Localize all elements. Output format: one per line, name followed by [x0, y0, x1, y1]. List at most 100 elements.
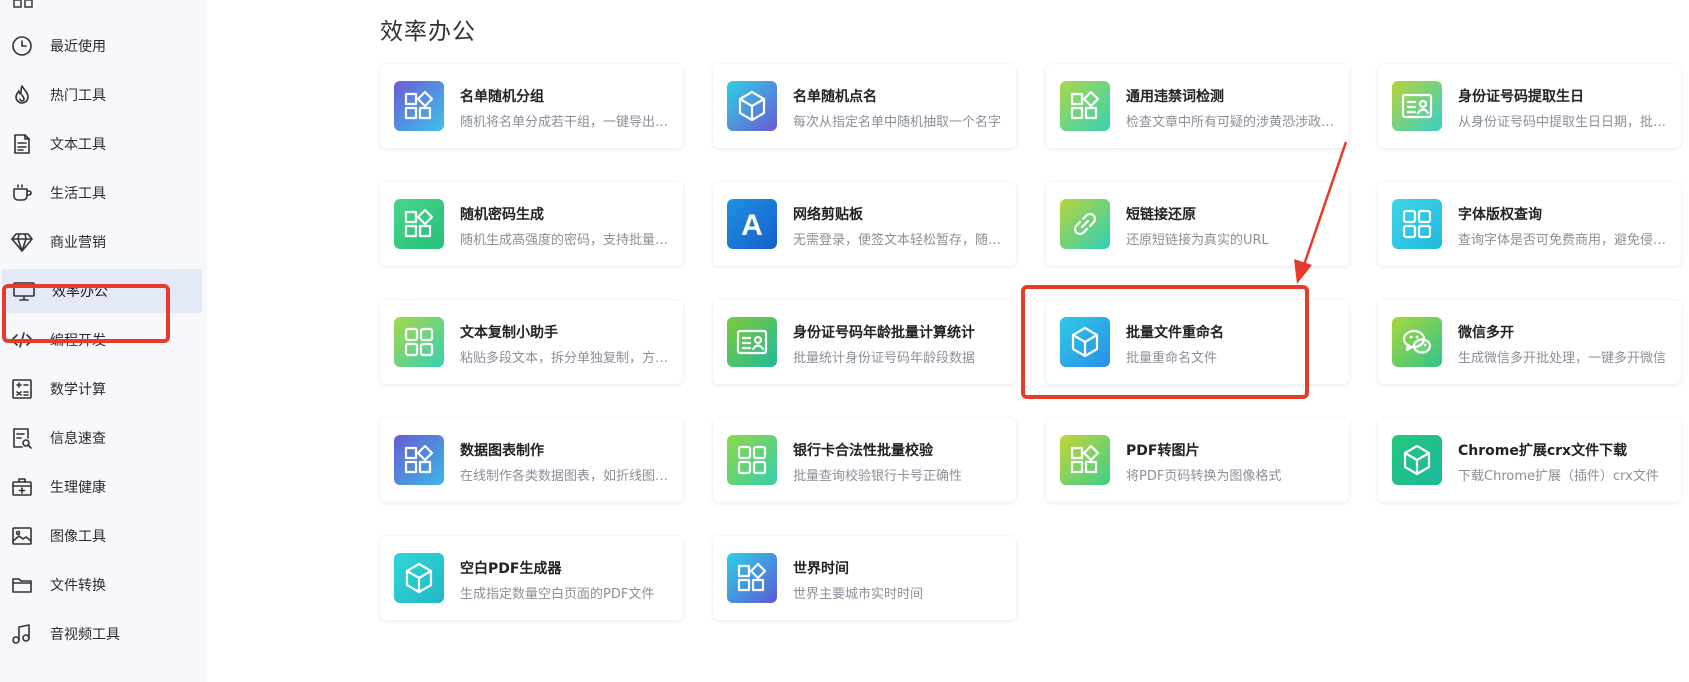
cup-icon [9, 180, 35, 206]
tool-card[interactable]: 名单随机分组随机将名单分成若干组，一键导出分组结果 [380, 64, 683, 148]
wechat-icon [1392, 317, 1442, 367]
tool-card-description: 批量统计身份证号码年龄段数据 [793, 351, 976, 366]
tool-card-description: 生成微信多开批处理，一键多开微信 [1458, 351, 1667, 366]
sidebar-item-label: 文件转换 [50, 578, 106, 594]
svg-text:A: A [741, 209, 763, 241]
sidebar-item-label: 热门工具 [50, 88, 106, 104]
clock-icon [9, 33, 35, 59]
tool-card-title: 通用违禁词检测 [1126, 89, 1224, 105]
tool-card[interactable]: PDF转图片将PDF页码转换为图像格式 [1046, 418, 1349, 502]
tool-card-description: 下载Chrome扩展（插件）crx文件 [1458, 469, 1659, 484]
sidebar-item-label: 生活工具 [50, 186, 106, 202]
tool-card-title: 世界时间 [793, 561, 849, 577]
tool-card-description: 世界主要城市实时时间 [793, 587, 924, 602]
sidebar-item[interactable]: 文本工具 [0, 122, 200, 166]
sidebar-item[interactable]: 数学计算 [0, 367, 200, 411]
grid-four-icon [394, 317, 444, 367]
sidebar-item[interactable]: 图像工具 [0, 514, 200, 558]
tool-card[interactable]: 通用违禁词检测检查文章中所有可疑的涉黄恐涉政违禁词 [1046, 64, 1349, 148]
tool-card-title: 名单随机分组 [460, 89, 544, 105]
tool-card-description: 随机将名单分成若干组，一键导出分组结果 [460, 115, 672, 130]
folder-icon [9, 572, 35, 598]
image-icon [9, 523, 35, 549]
tool-card-title: 随机密码生成 [460, 207, 544, 223]
sidebar-item-label: 图像工具 [50, 529, 106, 545]
letter-a-icon: A [727, 199, 777, 249]
tool-card-description: 在线制作各类数据图表，如折线图柱状图 [460, 469, 672, 484]
tool-card[interactable]: 空白PDF生成器 生成指定数量空白页面的PDF文件 [380, 536, 683, 620]
tool-card[interactable]: 身份证号码提取生日从身份证号码中提取生日日期，批量处理 [1378, 64, 1681, 148]
sidebar-item-label: 音视频工具 [50, 627, 120, 643]
tool-card[interactable]: 数据图表制作在线制作各类数据图表，如折线图柱状图 [380, 418, 683, 502]
sidebar-item[interactable]: 信息速查 [0, 416, 200, 460]
sidebar-item[interactable]: 最近使用 [0, 24, 200, 68]
tool-card-description: 无需登录，便签文本轻松暂存，随时取用 [793, 233, 1005, 248]
section-title: 效率办公 [380, 19, 476, 45]
tool-card[interactable]: 随机密码生成随机生成高强度的密码，支持批量生成 [380, 182, 683, 266]
grid-four-icon [1392, 199, 1442, 249]
sidebar-item[interactable]: 文件转换 [0, 563, 200, 607]
sidebar-item[interactable]: 商业营销 [0, 220, 200, 264]
tool-card-title: 字体版权查询 [1458, 207, 1542, 223]
tool-card[interactable]: 世界时间世界主要城市实时时间 [713, 536, 1016, 620]
tool-card-description: 将PDF页码转换为图像格式 [1126, 469, 1282, 484]
grid-diamond-icon [727, 553, 777, 603]
annotation-box-sidebar [2, 284, 170, 343]
sidebar-item-label: 生理健康 [50, 480, 106, 496]
link-icon [1060, 199, 1110, 249]
cube-icon [394, 553, 444, 603]
diamond-icon [9, 229, 35, 255]
cube-icon [1392, 435, 1442, 485]
tool-card-title: 文本复制小助手 [460, 325, 558, 341]
tool-card-title: 网络剪贴板 [793, 207, 863, 223]
tool-card-description: 查询字体是否可免费商用，避免侵权风险 [1458, 233, 1670, 248]
search-doc-icon [9, 425, 35, 451]
sidebar-item-label: 最近使用 [50, 39, 106, 55]
sidebar: 最近使用 热门工具 文本工具 生活工具 商业营销 效率办公 编程开发 数学计算 信息速查 生理健康… [0, 0, 207, 682]
tool-card[interactable]: Chrome扩展crx文件下载下载Chrome扩展（插件）crx文件 [1378, 418, 1681, 502]
tool-card-description: 批量查询校验银行卡号正确性 [793, 469, 963, 484]
tool-card[interactable]: 文本复制小助手 粘贴多段文本，拆分单独复制，方便快捷 [380, 300, 683, 384]
sidebar-item-label: 信息速查 [50, 431, 106, 447]
flame-icon [9, 82, 35, 108]
cube-icon [727, 81, 777, 131]
id-card-icon [1392, 81, 1442, 131]
tool-card-title: 空白PDF生成器 [460, 561, 562, 577]
tool-card[interactable]: 短链接还原 还原短链接为真实的URL [1046, 182, 1349, 266]
grid-diamond-icon [394, 435, 444, 485]
tool-card[interactable]: 银行卡合法性批量校验批量查询校验银行卡号正确性 [713, 418, 1016, 502]
sidebar-item-label: 商业营销 [50, 235, 106, 251]
tool-card[interactable]: 身份证号码年龄批量计算统计 批量统计身份证号码年龄段数据 [713, 300, 1016, 384]
sidebar-item[interactable]: 音视频工具 [0, 612, 200, 656]
sidebar-item[interactable]: 生活工具 [0, 171, 200, 215]
grid-diamond-icon [1060, 435, 1110, 485]
tool-card[interactable]: A 网络剪贴板无需登录，便签文本轻松暂存，随时取用 [713, 182, 1016, 266]
tool-card-title: Chrome扩展crx文件下载 [1458, 443, 1628, 459]
grid-icon [11, 0, 35, 10]
tool-card-description: 从身份证号码中提取生日日期，批量处理 [1458, 115, 1670, 130]
document-icon [9, 131, 35, 157]
tool-card-title: 银行卡合法性批量校验 [793, 443, 933, 459]
tool-card-description: 还原短链接为真实的URL [1126, 233, 1269, 248]
tool-card-title: 数据图表制作 [460, 443, 544, 459]
sidebar-item[interactable]: 热门工具 [0, 73, 200, 117]
tool-card-title: 名单随机点名 [793, 89, 877, 105]
id-card-icon [727, 317, 777, 367]
tool-card[interactable]: 字体版权查询查询字体是否可免费商用，避免侵权风险 [1378, 182, 1681, 266]
grid-diamond-icon [394, 81, 444, 131]
tool-card-title: 身份证号码年龄批量计算统计 [793, 325, 975, 341]
sidebar-item-label: 文本工具 [50, 137, 106, 153]
tool-card-description: 检查文章中所有可疑的涉黄恐涉政违禁词 [1126, 115, 1338, 130]
annotation-box-card [1021, 285, 1309, 399]
tool-card-description: 随机生成高强度的密码，支持批量生成 [460, 233, 672, 248]
tool-card[interactable]: 微信多开 生成微信多开批处理，一键多开微信 [1378, 300, 1681, 384]
tool-card-title: PDF转图片 [1126, 443, 1200, 459]
sidebar-item[interactable]: 生理健康 [0, 465, 200, 509]
sidebar-item-label: 数学计算 [50, 382, 106, 398]
tool-card[interactable]: 名单随机点名每次从指定名单中随机抽取一个名字 [713, 64, 1016, 148]
grid-four-icon [727, 435, 777, 485]
tool-card-description: 每次从指定名单中随机抽取一个名字 [793, 115, 1002, 130]
tool-card-title: 身份证号码提取生日 [1458, 89, 1584, 105]
calculator-icon [9, 376, 35, 402]
grid-diamond-icon [1060, 81, 1110, 131]
